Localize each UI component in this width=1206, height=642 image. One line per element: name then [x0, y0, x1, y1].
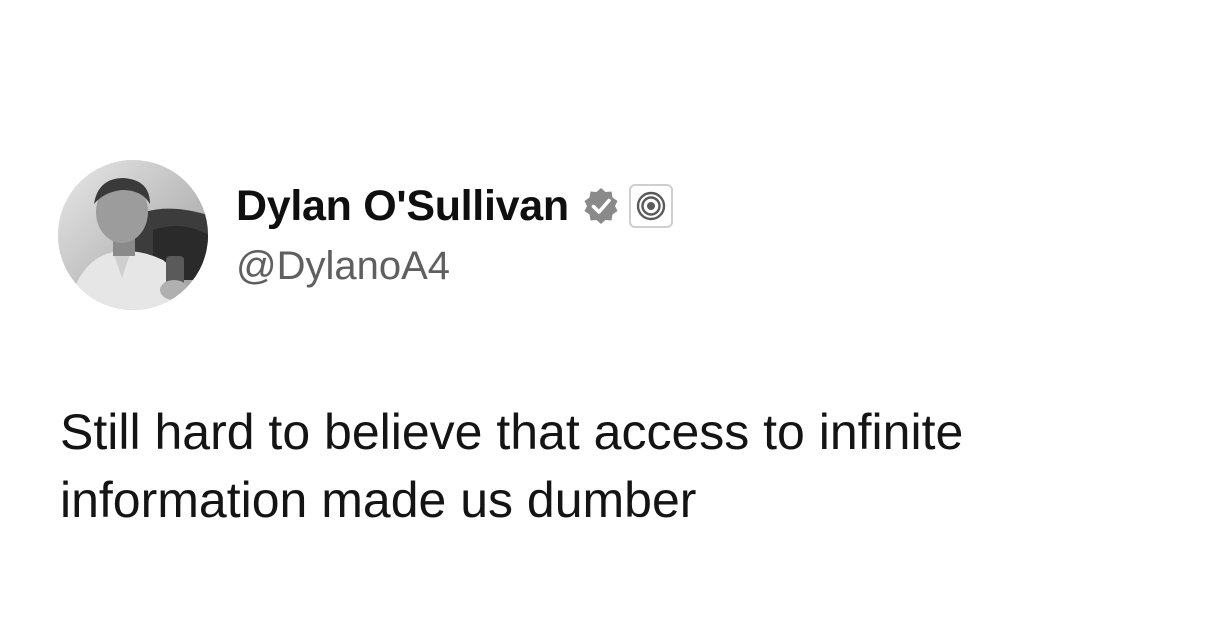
tweet-text: Still hard to believe that access to inf…	[60, 398, 1180, 534]
tweet-card: Dylan O'Sullivan @DylanoA4 Still hard to…	[0, 0, 1206, 642]
affiliate-target-icon[interactable]	[628, 184, 673, 228]
tweet-text-line: information made us dumber	[60, 472, 697, 528]
author-handle[interactable]: @DylanoA4	[236, 244, 450, 289]
tweet-text-line: Still hard to believe that access to inf…	[60, 404, 964, 460]
author-display-name[interactable]: Dylan O'Sullivan	[236, 182, 569, 231]
avatar-photo	[58, 160, 208, 310]
author-name-row: Dylan O'Sullivan	[236, 178, 673, 234]
verified-check-icon[interactable]	[581, 186, 621, 226]
avatar[interactable]	[58, 160, 208, 310]
